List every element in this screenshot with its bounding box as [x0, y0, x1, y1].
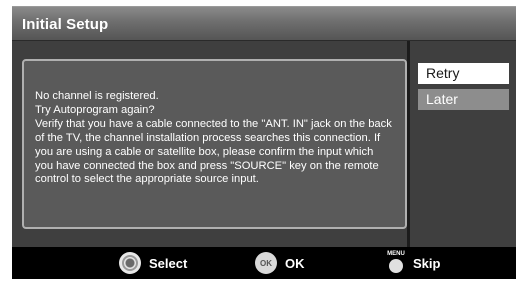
tv-screen: Initial Setup No channel is registered. …: [0, 0, 519, 281]
button-hint-bar: Select OK OK MENU Skip: [12, 247, 516, 279]
menu-knob-icon: [389, 259, 403, 273]
later-option[interactable]: Later: [418, 89, 509, 110]
select-hint: Select: [119, 247, 187, 279]
ok-hint: OK OK: [255, 247, 305, 279]
menu-button-icon: MENU: [384, 251, 408, 275]
skip-label: Skip: [413, 255, 441, 271]
message-text: No channel is registered. Try Autoprogra…: [35, 90, 392, 186]
dialog-title-bar: Initial Setup: [12, 7, 516, 41]
dialog-title: Initial Setup: [22, 16, 109, 33]
ok-label: OK: [285, 255, 305, 271]
panel-divider: [407, 41, 410, 247]
initial-setup-dialog: Initial Setup No channel is registered. …: [12, 6, 516, 279]
ok-button-icon: OK: [255, 252, 277, 274]
menu-icon-caption: MENU: [387, 251, 405, 257]
dpad-icon: [119, 252, 141, 274]
message-box: No channel is registered. Try Autoprogra…: [22, 59, 407, 229]
select-label: Select: [149, 255, 188, 271]
skip-hint: MENU Skip: [384, 247, 440, 279]
retry-option[interactable]: Retry: [418, 63, 509, 84]
